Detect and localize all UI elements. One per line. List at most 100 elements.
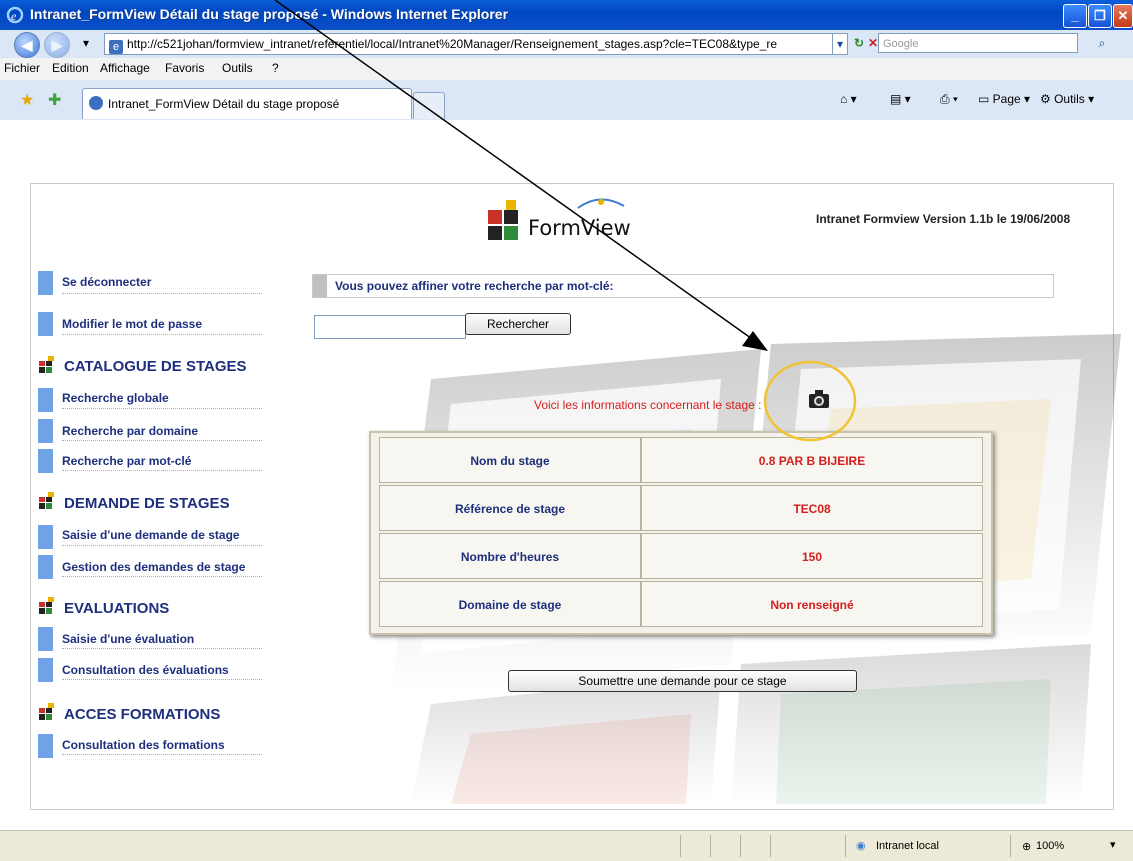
nav-bullet bbox=[38, 449, 53, 473]
nav-change-password[interactable]: Modifier le mot de passe bbox=[62, 317, 202, 331]
nav-separator bbox=[62, 545, 262, 546]
add-favorite-icon[interactable]: ✚ bbox=[48, 90, 61, 110]
nav-bullet bbox=[38, 271, 53, 295]
row-label-domain: Domaine de stage bbox=[379, 581, 641, 627]
intranet-zone-icon: ◉ bbox=[856, 840, 866, 852]
status-separator bbox=[740, 835, 741, 857]
address-url: http://c521johan/formview_intranet/refer… bbox=[127, 37, 778, 51]
search-prompt-marker bbox=[313, 275, 327, 297]
evaluations-section-icon bbox=[39, 597, 54, 614]
search-go-icon[interactable]: ⌕ bbox=[1090, 33, 1114, 53]
menu-outils[interactable]: Outils bbox=[222, 61, 253, 75]
nav-bullet bbox=[38, 627, 53, 651]
zoom-icon: ⊕ bbox=[1022, 841, 1032, 853]
nav-new-request[interactable]: Saisie d'une demande de stage bbox=[62, 528, 240, 542]
nav-bullet bbox=[38, 525, 53, 549]
maximize-button[interactable]: ❐ bbox=[1088, 4, 1112, 28]
camera-icon[interactable] bbox=[807, 389, 831, 409]
version-label: Intranet Formview Version 1.1b le 19/06/… bbox=[816, 212, 1071, 226]
nav-bullet bbox=[38, 419, 53, 443]
keyword-search-input[interactable] bbox=[314, 315, 466, 339]
section-title-catalogue: CATALOGUE DE STAGES bbox=[64, 358, 247, 375]
menu-affichage[interactable]: Affichage bbox=[100, 61, 150, 75]
minimize-button[interactable]: _ bbox=[1063, 4, 1087, 28]
status-separator bbox=[770, 835, 771, 857]
tab-active[interactable]: Intranet_FormView Détail du stage propos… bbox=[82, 88, 412, 119]
nav-separator bbox=[62, 679, 262, 680]
status-separator bbox=[1010, 835, 1011, 857]
section-title-evaluations: EVALUATIONS bbox=[64, 600, 170, 617]
catalogue-section-icon bbox=[39, 356, 54, 373]
nav-bullet bbox=[38, 555, 53, 579]
course-info-table: Nom du stage 0.8 PAR B BIJEIRE Référence… bbox=[369, 431, 993, 635]
new-tab-button[interactable] bbox=[413, 92, 445, 119]
status-separator bbox=[710, 835, 711, 857]
tools-menu-label: Outils bbox=[1054, 92, 1085, 106]
nav-manage-requests[interactable]: Gestion des demandes de stage bbox=[62, 560, 245, 574]
nav-separator bbox=[62, 648, 262, 649]
status-bar: ◉ Intranet local ⊕ 100% ▾ bbox=[0, 830, 1133, 861]
zoom-dropdown-icon[interactable]: ▾ bbox=[1110, 838, 1116, 851]
nav-domain-search[interactable]: Recherche par domaine bbox=[62, 424, 198, 438]
logo-text: FormView bbox=[528, 216, 631, 240]
tools-menu[interactable]: ⚙ Outils ▾ bbox=[1040, 92, 1094, 106]
ie-logo-icon: e bbox=[6, 6, 24, 24]
row-value-reference: TEC08 bbox=[641, 485, 983, 531]
menu-favoris[interactable]: Favoris bbox=[165, 61, 204, 75]
info-intro-text: Voici les informations concernant le sta… bbox=[534, 398, 762, 412]
back-button[interactable]: ◀ bbox=[14, 32, 40, 58]
nav-separator bbox=[62, 576, 262, 577]
nav-bullet bbox=[38, 734, 53, 758]
menu-fichier[interactable]: Fichier bbox=[4, 61, 40, 75]
forward-button[interactable]: ▶ bbox=[44, 32, 70, 58]
home-icon[interactable]: ⌂ ▾ bbox=[840, 92, 857, 106]
row-label-hours: Nombre d'heures bbox=[379, 533, 641, 579]
zone-label: Intranet local bbox=[876, 840, 939, 852]
nav-separator bbox=[62, 470, 262, 471]
history-dropdown-icon[interactable]: ▾ bbox=[76, 33, 96, 53]
page-menu[interactable]: ▭ Page ▾ bbox=[978, 92, 1030, 106]
section-title-demande: DEMANDE DE STAGES bbox=[64, 495, 230, 512]
row-label-name: Nom du stage bbox=[379, 437, 641, 483]
search-prompt-label: Vous pouvez affiner votre recherche par … bbox=[335, 279, 614, 293]
zoom-level[interactable]: 100% bbox=[1036, 840, 1064, 852]
favorites-star-icon[interactable]: ★ bbox=[20, 90, 34, 110]
address-toolbar: ◀ ▶ ▾ e http://c521johan/formview_intrane… bbox=[0, 30, 1133, 59]
address-dropdown-icon[interactable]: ▾ bbox=[832, 33, 848, 55]
search-prompt-bar: Vous pouvez affiner votre recherche par … bbox=[312, 274, 1054, 298]
nav-separator bbox=[62, 334, 262, 335]
svg-text:e: e bbox=[11, 9, 17, 23]
nav-separator bbox=[62, 440, 262, 441]
nav-global-search[interactable]: Recherche globale bbox=[62, 391, 169, 405]
formations-section-icon bbox=[39, 703, 54, 720]
nav-bullet bbox=[38, 658, 53, 682]
close-button[interactable]: ✕ bbox=[1113, 4, 1133, 28]
refresh-icon[interactable]: ↻ bbox=[850, 33, 868, 53]
nav-keyword-search[interactable]: Recherche par mot-clé bbox=[62, 454, 191, 468]
nav-logout[interactable]: Se déconnecter bbox=[62, 275, 151, 289]
tab-bar: ★ ✚ Intranet_FormView Détail du stage pr… bbox=[0, 80, 1133, 121]
tab-page-icon bbox=[89, 96, 103, 110]
menu-help[interactable]: ? bbox=[272, 61, 279, 75]
menu-edition[interactable]: Edition bbox=[52, 61, 89, 75]
window-title: Intranet_FormView Détail du stage propos… bbox=[30, 6, 509, 22]
tab-title: Intranet_FormView Détail du stage propos… bbox=[108, 97, 340, 111]
nav-bullet bbox=[38, 312, 53, 336]
print-icon[interactable]: ⎙ ▾ bbox=[940, 92, 958, 107]
nav-view-evaluations[interactable]: Consultation des évaluations bbox=[62, 663, 229, 677]
address-input[interactable]: e http://c521johan/formview_intranet/refe… bbox=[104, 33, 834, 55]
section-title-formations: ACCES FORMATIONS bbox=[64, 706, 221, 723]
demande-section-icon bbox=[39, 492, 54, 509]
status-separator bbox=[680, 835, 681, 857]
feeds-icon[interactable]: ▤ ▾ bbox=[890, 92, 911, 106]
stop-icon[interactable]: ✕ bbox=[868, 33, 878, 53]
nav-new-evaluation[interactable]: Saisie d'une évaluation bbox=[62, 632, 194, 646]
submit-request-button[interactable]: Soumettre une demande pour ce stage bbox=[508, 670, 857, 692]
row-label-reference: Référence de stage bbox=[379, 485, 641, 531]
window-titlebar[interactable]: e Intranet_FormView Détail du stage prop… bbox=[0, 0, 1133, 30]
page-menu-label: Page bbox=[992, 92, 1021, 106]
search-button[interactable]: Rechercher bbox=[465, 313, 571, 335]
search-input[interactable]: Google bbox=[878, 33, 1078, 53]
nav-bullet bbox=[38, 388, 53, 412]
nav-view-formations[interactable]: Consultation des formations bbox=[62, 738, 225, 752]
